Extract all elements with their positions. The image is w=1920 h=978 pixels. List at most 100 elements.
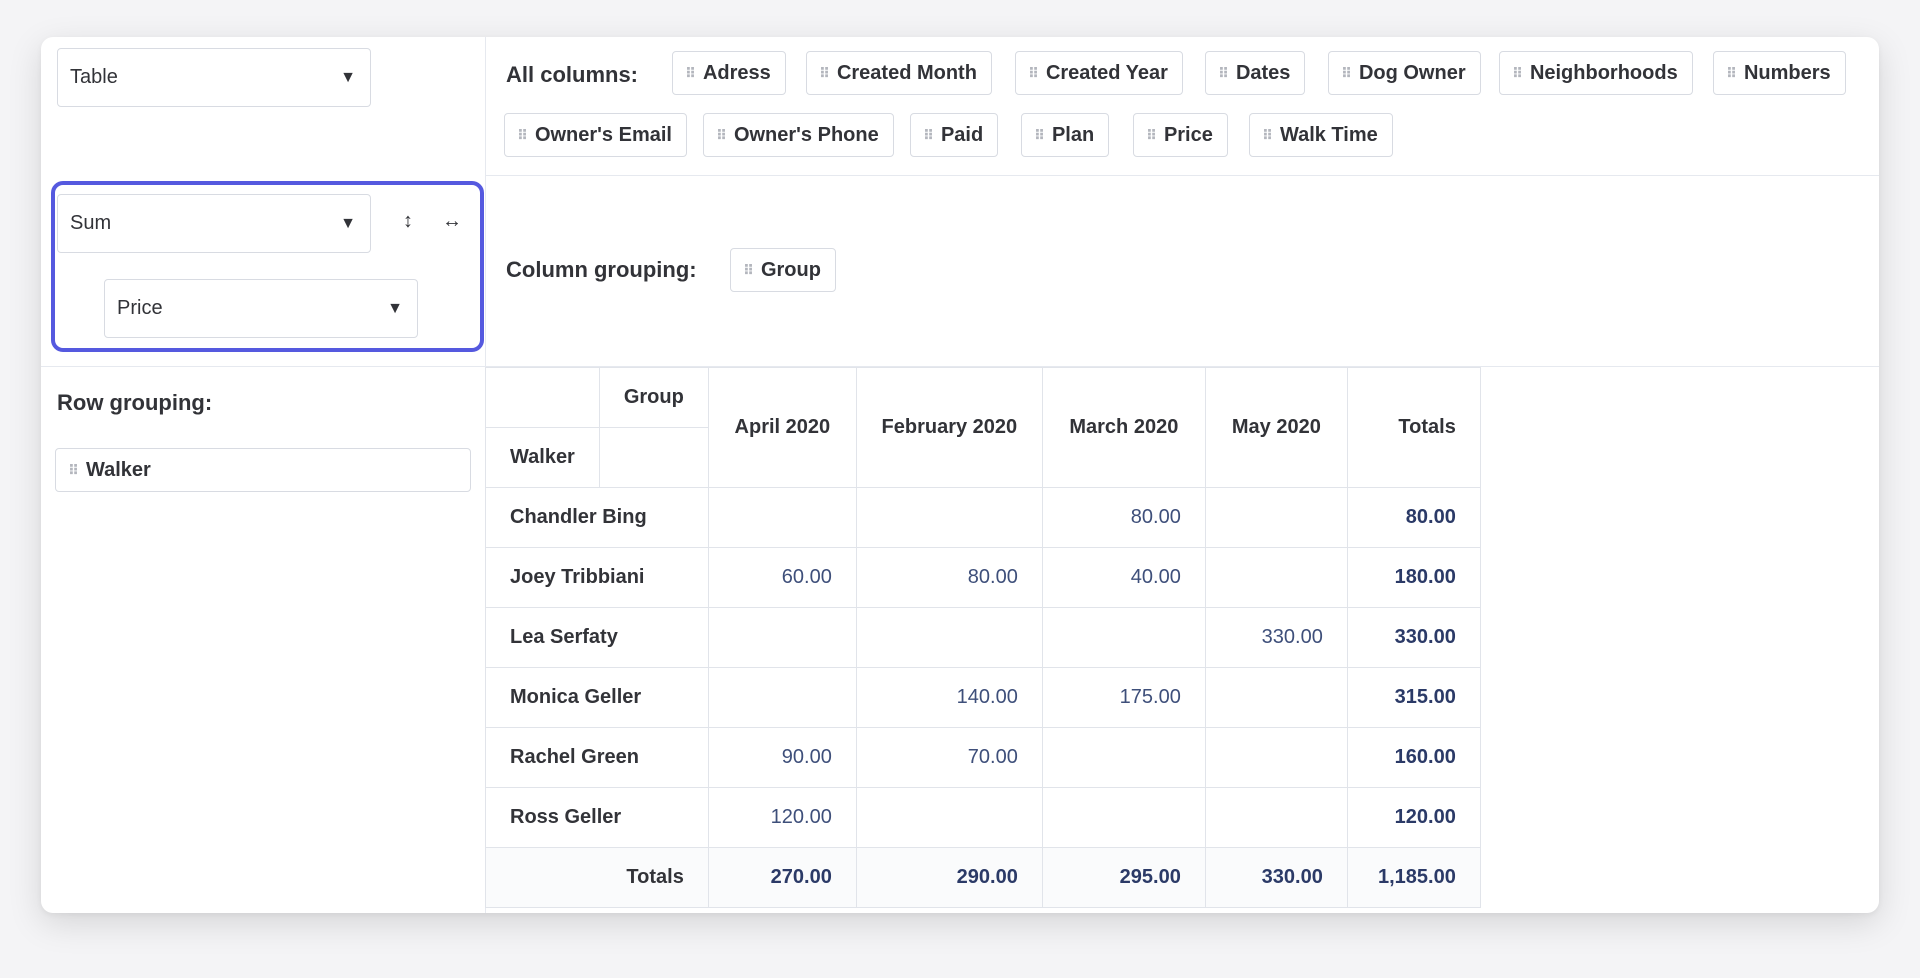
row-total-cell: 330.00 (1346, 607, 1481, 668)
table-cell (1041, 607, 1206, 668)
drag-handle-icon: ⠿ (1262, 127, 1273, 143)
table-cell (1041, 787, 1206, 848)
table-cell: 80.00 (855, 547, 1043, 608)
swap-horizontal-icon[interactable]: ↔ (440, 209, 464, 233)
caret-down-icon: ▼ (387, 299, 403, 317)
column-header[interactable]: March 2020 (1041, 367, 1206, 488)
row-label[interactable]: Rachel Green (485, 727, 709, 788)
chip-label: Plan (1051, 123, 1095, 146)
chip-label: Neighborhoods (1529, 61, 1678, 84)
pivot-table: Group April 2020 February 2020 March 202… (485, 367, 1481, 908)
column-chip-numbers[interactable]: ⠿ Numbers (1713, 51, 1846, 95)
table-cell: 140.00 (855, 667, 1043, 728)
chip-label: Price (1163, 123, 1213, 146)
row-label[interactable]: Ross Geller (485, 787, 709, 848)
row-total-cell: 120.00 (1346, 787, 1481, 848)
column-chip-dog-owner[interactable]: ⠿ Dog Owner (1328, 51, 1481, 95)
row-label[interactable]: Monica Geller (485, 667, 709, 728)
table-cell (707, 487, 857, 548)
table-cell: 40.00 (1041, 547, 1206, 608)
chip-label: Owner's Phone (733, 123, 879, 146)
column-chip-owners-email[interactable]: ⠿ Owner's Email (504, 113, 687, 157)
table-cell (855, 787, 1043, 848)
drag-handle-icon: ⠿ (819, 65, 830, 81)
table-cell: 70.00 (855, 727, 1043, 788)
table-cell: 175.00 (1041, 667, 1206, 728)
column-header[interactable]: May 2020 (1204, 367, 1348, 488)
column-grouping-label: Column grouping: (506, 257, 697, 282)
row-grouping-chip-walker[interactable]: ⠿ Walker (55, 448, 471, 492)
table-row: Rachel Green 90.00 70.00 160.00 (485, 727, 1481, 788)
chip-label: Owner's Email (534, 123, 672, 146)
corner-blank (485, 367, 600, 428)
column-chip-created-month[interactable]: ⠿ Created Month (806, 51, 992, 95)
table-cell (707, 607, 857, 668)
table-cell (1204, 667, 1348, 728)
row-total-cell: 160.00 (1346, 727, 1481, 788)
drag-handle-icon: ⠿ (1034, 127, 1045, 143)
column-total-cell: 330.00 (1204, 847, 1348, 908)
row-label[interactable]: Lea Serfaty (485, 607, 709, 668)
row-total-cell: 80.00 (1346, 487, 1481, 548)
all-columns-label: All columns: (506, 62, 639, 87)
caret-down-icon: ▼ (340, 68, 356, 86)
column-chip-neighborhoods[interactable]: ⠿ Neighborhoods (1499, 51, 1693, 95)
row-label[interactable]: Joey Tribbiani (485, 547, 709, 608)
drag-handle-icon: ⠿ (517, 127, 528, 143)
column-chip-adress[interactable]: ⠿ Adress (672, 51, 786, 95)
drag-handle-icon: ⠿ (685, 65, 696, 81)
table-cell (1204, 547, 1348, 608)
aggregation-function-value: Sum (70, 212, 112, 234)
column-total-cell: 295.00 (1041, 847, 1206, 908)
column-grouping-chip-group[interactable]: ⠿ Group (730, 248, 836, 292)
table-cell (707, 667, 857, 728)
row-total-cell: 180.00 (1346, 547, 1481, 608)
column-header-totals[interactable]: Totals (1346, 367, 1481, 488)
column-chip-owners-phone[interactable]: ⠿ Owner's Phone (703, 113, 894, 157)
chip-label: Walker (85, 458, 151, 481)
swap-vertical-icon[interactable]: ↕ (396, 209, 420, 233)
totals-row: Totals 270.00 290.00 295.00 330.00 1,185… (485, 847, 1481, 908)
pivot-panel: Table ▼ Sum ▼ ↕ ↔ Price ▼ All columns: C… (41, 37, 1879, 913)
column-total-cell: 270.00 (707, 847, 857, 908)
view-type-value: Table (70, 66, 118, 88)
corner-blank (598, 427, 709, 488)
drag-handle-icon: ⠿ (1028, 65, 1039, 81)
corner-row-label: Walker (485, 427, 600, 488)
column-chip-paid[interactable]: ⠿ Paid (910, 113, 999, 157)
row-grouping-label: Row grouping: (57, 390, 213, 415)
drag-handle-icon: ⠿ (1146, 127, 1157, 143)
column-chip-walk-time[interactable]: ⠿ Walk Time (1249, 113, 1393, 157)
column-header[interactable]: April 2020 (707, 367, 857, 488)
chip-label: Dog Owner (1358, 61, 1466, 84)
table-cell (855, 487, 1043, 548)
chip-label: Numbers (1743, 61, 1831, 84)
column-chip-dates[interactable]: ⠿ Dates (1205, 51, 1306, 95)
column-chip-price[interactable]: ⠿ Price (1133, 113, 1228, 157)
column-total-cell: 290.00 (855, 847, 1043, 908)
column-chip-plan[interactable]: ⠿ Plan (1021, 113, 1110, 157)
drag-handle-icon: ⠿ (743, 262, 754, 278)
drag-handle-icon: ⠿ (1726, 65, 1737, 81)
table-cell: 90.00 (707, 727, 857, 788)
divider-top (485, 175, 1879, 176)
aggregation-function-select[interactable]: Sum ▼ (57, 194, 371, 253)
corner-column-label: Group (598, 367, 709, 428)
table-cell (855, 607, 1043, 668)
row-label[interactable]: Chandler Bing (485, 487, 709, 548)
column-chip-created-year[interactable]: ⠿ Created Year (1015, 51, 1183, 95)
drag-handle-icon: ⠿ (1218, 65, 1229, 81)
aggregation-field-select[interactable]: Price ▼ (104, 279, 418, 338)
table-row: Monica Geller 140.00 175.00 315.00 (485, 667, 1481, 728)
table-cell (1041, 727, 1206, 788)
table-cell: 80.00 (1041, 487, 1206, 548)
column-header[interactable]: February 2020 (855, 367, 1043, 488)
view-type-select[interactable]: Table ▼ (57, 48, 371, 107)
row-total-cell: 315.00 (1346, 667, 1481, 728)
table-row: Ross Geller 120.00 120.00 (485, 787, 1481, 848)
drag-handle-icon: ⠿ (1512, 65, 1523, 81)
chip-label: Dates (1235, 61, 1291, 84)
grand-total-cell: 1,185.00 (1346, 847, 1481, 908)
drag-handle-icon: ⠿ (716, 127, 727, 143)
caret-down-icon: ▼ (340, 214, 356, 232)
